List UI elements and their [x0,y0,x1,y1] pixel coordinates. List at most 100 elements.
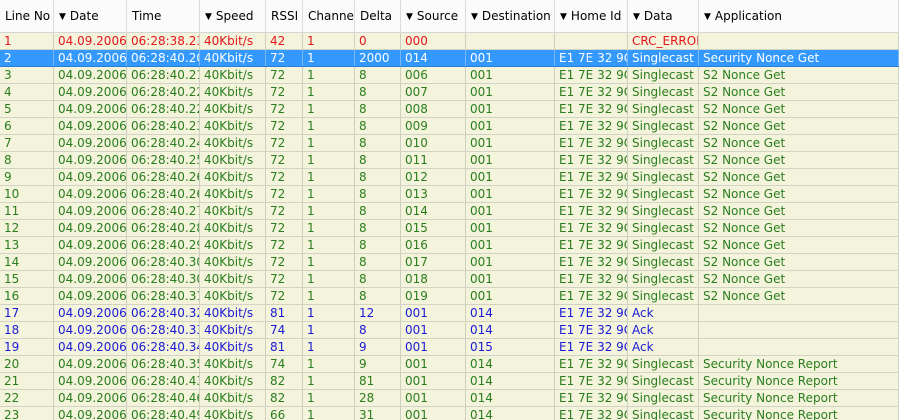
column-header-data[interactable]: ▼ Data [628,0,699,33]
table-row[interactable]: 204.09.200606:28:40.20440Kbit/s721200001… [0,50,899,67]
cell-destination: 001 [466,220,555,236]
cell-date: 04.09.2006 [54,67,127,83]
column-header-delta[interactable]: Delta [355,0,401,33]
cell-homeid: E1 7E 32 9C [555,237,628,253]
column-header-label: Channel [308,9,355,23]
funnel-icon[interactable]: ▼ [633,12,640,22]
table-row[interactable]: 304.09.200606:28:40.21340Kbit/s721800600… [0,67,899,84]
cell-speed: 40Kbit/s [200,288,266,304]
cell-channel: 1 [303,237,355,253]
cell-rssi: 81 [266,305,303,321]
column-header-rssi[interactable]: RSSI [266,0,303,33]
table-row[interactable]: 904.09.200606:28:40.26140Kbit/s721801200… [0,169,899,186]
column-header-destination[interactable]: ▼ Destination [466,0,555,33]
column-header-channel[interactable]: Channel [303,0,355,33]
cell-delta: 9 [355,356,401,372]
funnel-icon[interactable]: ▼ [560,12,567,22]
column-header-line[interactable]: Line No [0,0,54,33]
table-row[interactable]: 1304.09.200606:28:40.29340Kbit/s72180160… [0,237,899,254]
cell-line: 5 [0,101,54,117]
cell-homeid: E1 7E 32 9C [555,254,628,270]
cell-application: Security Nonce Report [699,356,899,372]
cell-homeid: E1 7E 32 9C [555,203,628,219]
table-row[interactable]: 1004.09.200606:28:40.26940Kbit/s72180130… [0,186,899,203]
cell-rssi: 42 [266,33,303,49]
cell-delta: 8 [355,186,401,202]
table-row[interactable]: 1604.09.200606:28:40.31740Kbit/s72180190… [0,288,899,305]
cell-line: 6 [0,118,54,134]
cell-channel: 1 [303,50,355,66]
cell-data: Ack [628,322,699,338]
table-row[interactable]: 404.09.200606:28:40.22140Kbit/s721800700… [0,84,899,101]
cell-delta: 8 [355,169,401,185]
table-row[interactable]: 2104.09.200606:28:40.43840Kbit/s82181001… [0,373,899,390]
cell-line: 9 [0,169,54,185]
cell-destination: 001 [466,67,555,83]
cell-rssi: 72 [266,254,303,270]
table-row[interactable]: 2004.09.200606:28:40.35740Kbit/s74190010… [0,356,899,373]
table-row[interactable]: 2304.09.200606:28:40.49640Kbit/s66131001… [0,407,899,420]
table-row[interactable]: 704.09.200606:28:40.24540Kbit/s721801000… [0,135,899,152]
column-header-label: Destination [481,9,551,23]
funnel-icon[interactable]: ▼ [205,12,212,22]
cell-speed: 40Kbit/s [200,237,266,253]
table-row[interactable]: 804.09.200606:28:40.25340Kbit/s721801100… [0,152,899,169]
cell-delta: 12 [355,305,401,321]
table-row[interactable]: 504.09.200606:28:40.22940Kbit/s721800800… [0,101,899,118]
cell-time: 06:28:40.309 [127,271,200,287]
cell-time: 06:28:40.277 [127,203,200,219]
cell-time: 06:28:40.357 [127,356,200,372]
cell-channel: 1 [303,135,355,151]
cell-application: S2 Nonce Get [699,220,899,236]
column-header-speed[interactable]: ▼ Speed [200,0,266,33]
cell-speed: 40Kbit/s [200,390,266,406]
funnel-icon[interactable]: ▼ [704,12,711,22]
funnel-icon[interactable]: ▼ [471,12,478,22]
table-row[interactable]: 1204.09.200606:28:40.28540Kbit/s72180150… [0,220,899,237]
cell-speed: 40Kbit/s [200,322,266,338]
table-row[interactable]: 1504.09.200606:28:40.30940Kbit/s72180180… [0,271,899,288]
cell-speed: 40Kbit/s [200,135,266,151]
cell-rssi: 72 [266,288,303,304]
cell-homeid: E1 7E 32 9C [555,339,628,355]
column-header-label: Application [714,9,782,23]
cell-homeid: E1 7E 32 9C [555,288,628,304]
table-row[interactable]: 1104.09.200606:28:40.27740Kbit/s72180140… [0,203,899,220]
table-row[interactable]: 1404.09.200606:28:40.30140Kbit/s72180170… [0,254,899,271]
column-header-date[interactable]: ▼ Date [54,0,127,33]
cell-rssi: 72 [266,67,303,83]
table-row[interactable]: 1904.09.200606:28:40.34540Kbit/s81190010… [0,339,899,356]
cell-delta: 8 [355,101,401,117]
cell-source: 008 [401,101,466,117]
cell-data: Singlecast [628,118,699,134]
cell-data: Singlecast [628,373,699,389]
column-header-time[interactable]: Time [127,0,200,33]
cell-homeid: E1 7E 32 9C [555,186,628,202]
table-row[interactable]: 1804.09.200606:28:40.33740Kbit/s74180010… [0,322,899,339]
table-row[interactable]: 2204.09.200606:28:40.46640Kbit/s82128001… [0,390,899,407]
cell-channel: 1 [303,322,355,338]
cell-application: S2 Nonce Get [699,169,899,185]
cell-application: Security Nonce Report [699,407,899,420]
cell-source: 018 [401,271,466,287]
cell-time: 06:28:40.317 [127,288,200,304]
cell-delta: 0 [355,33,401,49]
cell-time: 06:28:40.496 [127,407,200,420]
column-header-source[interactable]: ▼ Source [401,0,466,33]
table-row[interactable]: 604.09.200606:28:40.23740Kbit/s721800900… [0,118,899,135]
cell-line: 16 [0,288,54,304]
funnel-icon[interactable]: ▼ [59,12,66,22]
cell-speed: 40Kbit/s [200,33,266,49]
cell-delta: 8 [355,203,401,219]
cell-application: Security Nonce Get [699,50,899,66]
column-header-homeid[interactable]: ▼ Home Id [555,0,628,33]
cell-rssi: 72 [266,203,303,219]
cell-homeid: E1 7E 32 9C [555,67,628,83]
table-row[interactable]: 104.09.200606:28:38.23040Kbit/s4210000CR… [0,33,899,50]
cell-time: 06:28:38.230 [127,33,200,49]
cell-line: 8 [0,152,54,168]
funnel-icon[interactable]: ▼ [406,12,413,22]
column-header-application[interactable]: ▼ Application [699,0,899,33]
table-row[interactable]: 1704.09.200606:28:40.32840Kbit/s81112001… [0,305,899,322]
cell-source: 001 [401,373,466,389]
